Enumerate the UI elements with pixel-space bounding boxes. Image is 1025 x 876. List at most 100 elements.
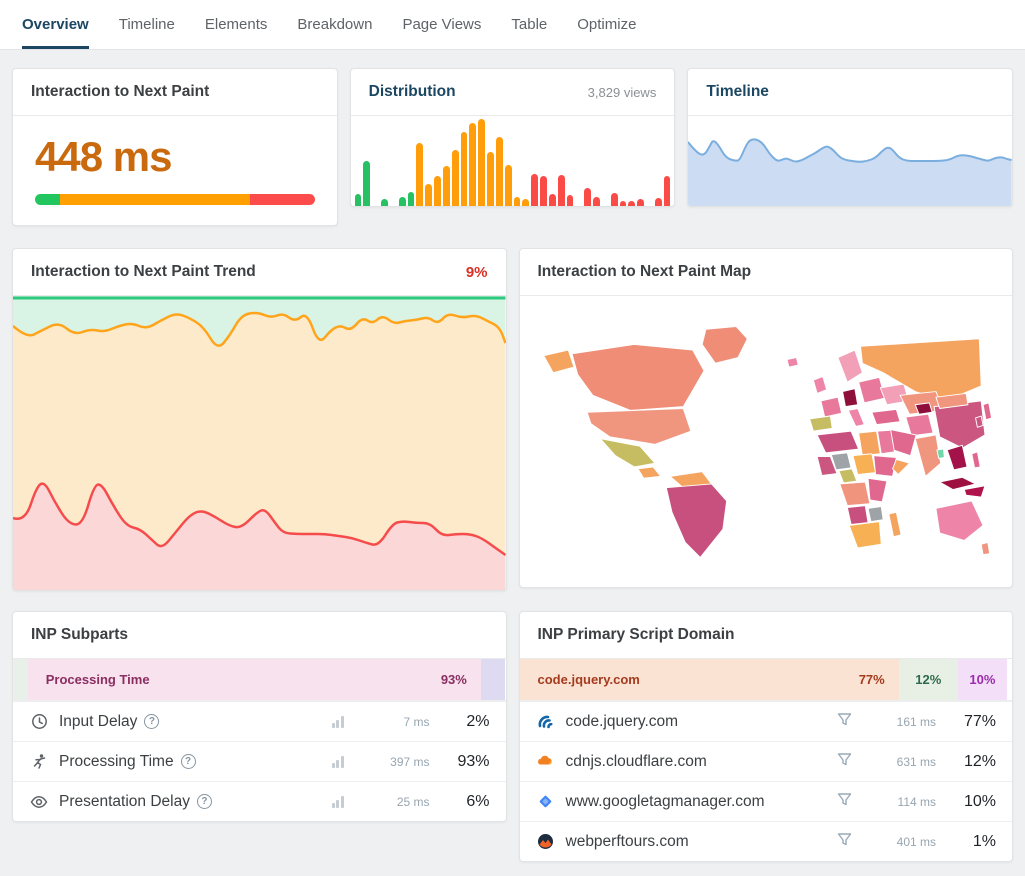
tab-breakdown[interactable]: Breakdown	[297, 0, 372, 49]
views-count: 3,829 views	[588, 85, 657, 100]
map-region-horn-of-africa[interactable]	[892, 460, 909, 475]
map-region-new-guinea[interactable]	[964, 486, 985, 497]
card-inp-value: Interaction to Next Paint 448 ms	[12, 68, 338, 226]
tab-timeline[interactable]: Timeline	[119, 0, 175, 49]
subparts-row-processing-time[interactable]: Processing Time ? 397 ms 93%	[13, 741, 506, 781]
tab-label: Breakdown	[297, 16, 372, 33]
distribution-bar	[416, 143, 423, 206]
domain-row-jquery[interactable]: code.jquery.com 161 ms 77%	[520, 701, 1013, 741]
map-region-alaska[interactable]	[543, 350, 573, 373]
map-region-france[interactable]	[820, 397, 841, 417]
map-region-nigeria[interactable]	[838, 469, 856, 483]
summary-bar-segment[interactable]	[481, 659, 506, 700]
map-region-sudan[interactable]	[873, 456, 896, 477]
card-title[interactable]: Distribution	[369, 83, 456, 101]
help-icon[interactable]: ?	[181, 754, 196, 769]
domain-row-webperftours[interactable]: webperftours.com 401 ms 1%	[520, 821, 1013, 861]
map-region-turkey[interactable]	[871, 410, 899, 425]
map-region-australia[interactable]	[935, 501, 982, 541]
map-region-greenland[interactable]	[702, 327, 747, 364]
subpart-pct: 2%	[444, 713, 490, 731]
tab-label: Optimize	[577, 16, 636, 33]
map-region-scandinavia[interactable]	[837, 350, 862, 382]
subparts-row-presentation-delay[interactable]: Presentation Delay ? 25 ms 6%	[13, 781, 506, 821]
inp-score-segment-poor	[250, 194, 314, 205]
summary-bar-segment[interactable]: Processing Time93%	[28, 659, 481, 700]
map-region-spain[interactable]	[809, 416, 832, 431]
map-region-madagascar[interactable]	[888, 512, 900, 537]
distribution-bar	[496, 137, 503, 206]
top-navigation: Overview Timeline Elements Breakdown Pag…	[0, 0, 1025, 50]
map-region-korea[interactable]	[975, 416, 983, 427]
map-region-zambia[interactable]	[868, 507, 883, 522]
subpart-ms: 397 ms	[372, 755, 430, 769]
map-region-new-zealand[interactable]	[981, 543, 989, 555]
summary-bar-segment[interactable]	[1007, 659, 1012, 700]
map-region-libya[interactable]	[858, 431, 880, 456]
map-region-italy[interactable]	[848, 409, 864, 427]
map-region-philippines[interactable]	[971, 452, 979, 468]
tab-table[interactable]: Table	[511, 0, 547, 49]
mini-histogram-icon[interactable]	[332, 756, 344, 768]
domain-row-googletagmanager[interactable]: www.googletagmanager.com 114 ms 10%	[520, 781, 1013, 821]
map-region-east-africa[interactable]	[868, 478, 887, 502]
card-title: INP Subparts	[31, 626, 128, 644]
map-region-iran[interactable]	[905, 414, 932, 436]
distribution-bar	[655, 198, 662, 206]
tab-overview[interactable]: Overview	[22, 0, 89, 49]
summary-bar-segment[interactable]	[13, 659, 28, 700]
help-icon[interactable]: ?	[197, 794, 212, 809]
map-region-canada[interactable]	[572, 345, 704, 411]
map-region-germany[interactable]	[842, 389, 857, 407]
distribution-bar	[434, 176, 441, 206]
summary-bar-segment[interactable]: 10%	[958, 659, 1007, 700]
tab-label: Overview	[22, 16, 89, 33]
world-map	[540, 310, 993, 573]
subparts-row-input-delay[interactable]: Input Delay ? 7 ms 2%	[13, 701, 506, 741]
card-title[interactable]: Timeline	[706, 83, 769, 101]
filter-icon[interactable]	[837, 752, 852, 772]
tab-label: Timeline	[119, 16, 175, 33]
card-timeline: Timeline	[687, 68, 1013, 207]
map-region-north-africa[interactable]	[817, 431, 858, 453]
subpart-ms: 7 ms	[372, 715, 430, 729]
card-title: INP Primary Script Domain	[538, 626, 735, 644]
filter-icon[interactable]	[837, 832, 852, 852]
distribution-bar	[611, 193, 618, 207]
subpart-label: Presentation Delay	[59, 793, 190, 811]
map-region-indonesia[interactable]	[939, 478, 975, 490]
distribution-bar	[505, 165, 512, 206]
map-region-chad[interactable]	[852, 454, 875, 475]
inp-score-bar	[35, 194, 315, 205]
domain-ms: 161 ms	[878, 715, 936, 729]
trend-change-badge: 9%	[466, 264, 488, 281]
domain-row-cloudflare[interactable]: cdnjs.cloudflare.com 631 ms 12%	[520, 741, 1013, 781]
tab-page-views[interactable]: Page Views	[402, 0, 481, 49]
tab-elements[interactable]: Elements	[205, 0, 268, 49]
summary-bar-segment[interactable]: code.jquery.com77%	[520, 659, 899, 700]
map-region-indochina[interactable]	[947, 445, 967, 470]
map-region-congo[interactable]	[839, 482, 869, 506]
distribution-bar	[664, 176, 671, 206]
map-region-india[interactable]	[915, 435, 940, 476]
map-region-iceland[interactable]	[786, 358, 797, 367]
map-region-japan[interactable]	[983, 403, 991, 420]
help-icon[interactable]: ?	[144, 714, 159, 729]
tab-optimize[interactable]: Optimize	[577, 0, 636, 49]
map-region-southern-africa[interactable]	[849, 522, 881, 548]
distribution-bars	[351, 116, 675, 206]
filter-icon[interactable]	[837, 712, 852, 732]
jquery-favicon	[536, 712, 556, 732]
summary-bar-segment[interactable]: 12%	[899, 659, 958, 700]
map-region-angola[interactable]	[847, 506, 868, 525]
tab-label: Table	[511, 16, 547, 33]
card-title: Interaction to Next Paint Trend	[31, 263, 256, 281]
map-region-uk[interactable]	[813, 377, 826, 394]
mini-histogram-icon[interactable]	[332, 716, 344, 728]
map-region-bangladesh[interactable]	[936, 449, 944, 458]
trend-chart	[13, 296, 506, 590]
map-region-south-america[interactable]	[666, 484, 726, 558]
map-region-central-america[interactable]	[638, 467, 661, 478]
mini-histogram-icon[interactable]	[332, 796, 344, 808]
filter-icon[interactable]	[837, 792, 852, 812]
